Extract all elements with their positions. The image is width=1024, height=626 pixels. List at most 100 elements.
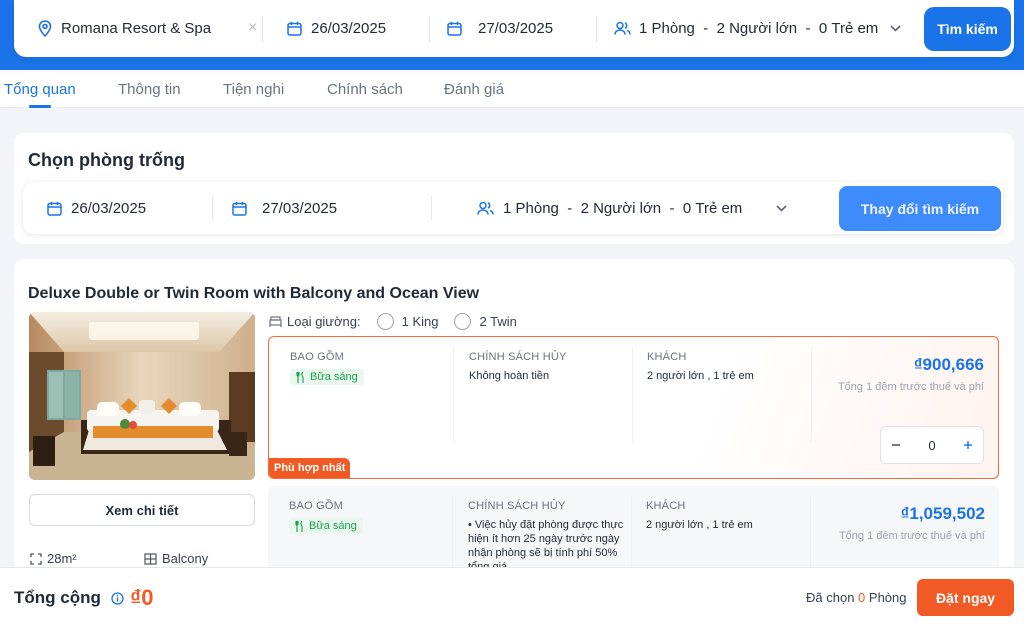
calendar-icon bbox=[287, 21, 302, 36]
rate-price: ₫1,059,502 bbox=[900, 504, 985, 523]
minus-icon[interactable] bbox=[891, 440, 901, 450]
divider bbox=[431, 196, 432, 220]
adults-count: 2 bbox=[580, 199, 589, 217]
policy-column: CHÍNH SÁCH HỦY Không hoàn tiền bbox=[469, 351, 619, 383]
booking-footer: Tổng cộng ₫0 Đã chọn 0 Phòng Đặt ngay bbox=[0, 567, 1024, 626]
guest-text: 2 người lớn , 1 trẻ em bbox=[647, 370, 754, 382]
breakfast-label: Bữa sáng bbox=[309, 520, 357, 532]
checkin-date: 26/03/2025 bbox=[311, 20, 387, 37]
room-size: 28m² bbox=[30, 551, 77, 566]
availability-checkin-date: 26/03/2025 bbox=[71, 199, 147, 217]
hotel-field[interactable]: Romana Resort & Spa bbox=[38, 0, 248, 57]
tab-overview[interactable]: Tổng quan bbox=[4, 81, 76, 98]
divider bbox=[596, 16, 597, 42]
price-note: Tổng 1 đêm trước thuế và phí bbox=[838, 530, 985, 542]
tab-reviews[interactable]: Đánh giá bbox=[444, 81, 504, 98]
room-photo[interactable] bbox=[29, 312, 255, 480]
includes-column: BAO GỒM Bữa sáng bbox=[290, 351, 364, 386]
room-size-value: 28m² bbox=[47, 551, 77, 566]
policy-text: Không hoàn tiền bbox=[469, 370, 550, 382]
balcony-icon bbox=[144, 552, 157, 565]
policy-header: CHÍNH SÁCH HỦY bbox=[468, 500, 566, 512]
availability-card: Chọn phòng trống 26/03/2025 27/03/2025 1… bbox=[14, 133, 1014, 244]
bed-option-king: 1 King bbox=[401, 314, 439, 329]
divider bbox=[429, 16, 430, 42]
guest-column: KHÁCH 2 người lớn , 1 trẻ em bbox=[647, 351, 754, 383]
rooms-label: Phòng bbox=[515, 199, 559, 217]
breakfast-label: Bữa sáng bbox=[310, 371, 358, 383]
change-search-button[interactable]: Thay đổi tìm kiếm bbox=[839, 186, 1001, 231]
breakfast-badge: Bữa sáng bbox=[290, 369, 364, 385]
guest-text: 2 người lớn , 1 trẻ em bbox=[646, 519, 753, 531]
total-label: Tổng cộng bbox=[14, 588, 101, 607]
bed-option-twin: 2 Twin bbox=[479, 314, 517, 329]
rooms-count: 1 bbox=[503, 199, 512, 217]
guest-header: KHÁCH bbox=[647, 351, 687, 363]
utensils-icon bbox=[296, 371, 306, 383]
availability-checkin[interactable]: 26/03/2025 bbox=[47, 182, 146, 234]
room-feature: Balcony bbox=[144, 551, 208, 566]
checkin-field[interactable]: 26/03/2025 bbox=[287, 0, 386, 57]
room-feature-value: Balcony bbox=[162, 551, 209, 566]
clear-icon[interactable]: × bbox=[248, 20, 257, 36]
availability-title: Chọn phòng trống bbox=[28, 150, 185, 170]
location-pin-icon bbox=[38, 20, 52, 37]
children-count: 0 bbox=[818, 20, 828, 37]
book-now-button[interactable]: Đặt ngay bbox=[917, 579, 1014, 616]
room-title: Deluxe Double or Twin Room with Balcony … bbox=[28, 285, 480, 302]
search-button[interactable]: Tìm kiếm bbox=[924, 7, 1011, 51]
calendar-icon bbox=[47, 201, 62, 216]
info-icon[interactable] bbox=[111, 591, 124, 605]
availability-guests[interactable]: 1 Phòng - 2 Người lớn - 0 Trẻ em bbox=[477, 182, 787, 234]
divider bbox=[212, 196, 213, 220]
selected-count: 0 bbox=[858, 590, 866, 605]
radio-twin[interactable] bbox=[454, 313, 472, 330]
header-bar: Romana Resort & Spa × 26/03/2025 27/03/2… bbox=[0, 0, 1024, 70]
chevron-down-icon[interactable] bbox=[890, 25, 901, 32]
adults-label: Người lớn bbox=[729, 20, 798, 37]
adults-count: 2 bbox=[716, 20, 725, 37]
checkout-field[interactable]: 27/03/2025 bbox=[447, 0, 553, 57]
total-value: ₫0 bbox=[130, 585, 154, 610]
active-tab-indicator bbox=[29, 105, 51, 108]
selected-suffix: Phòng bbox=[868, 590, 907, 605]
rooms-label: Phòng bbox=[651, 20, 695, 37]
guest-column: KHÁCH 2 người lớn , 1 trẻ em bbox=[646, 500, 753, 532]
tab-bar: Tổng quan Thông tin Tiện nghi Chính sách… bbox=[0, 70, 1024, 108]
expand-icon bbox=[30, 552, 42, 565]
quantity-value: 0 bbox=[928, 437, 936, 453]
bed-type-label: Loại giường: bbox=[287, 314, 361, 329]
rooms-count: 1 bbox=[639, 20, 648, 37]
view-details-button[interactable]: Xem chi tiết bbox=[29, 494, 255, 526]
quantity-stepper: 0 bbox=[880, 426, 984, 464]
price-note: Tổng 1 đêm trước thuế và phí bbox=[837, 381, 984, 393]
checkout-date: 27/03/2025 bbox=[478, 20, 554, 37]
radio-king[interactable] bbox=[376, 313, 394, 330]
plus-icon[interactable] bbox=[963, 440, 973, 450]
guests-field[interactable]: 1 Phòng - 2 Người lớn - 0 Trẻ em bbox=[614, 0, 901, 57]
room-card: Deluxe Double or Twin Room with Balcony … bbox=[14, 259, 1014, 596]
tab-policies[interactable]: Chính sách bbox=[327, 81, 403, 98]
selected-rooms: Đã chọn 0 Phòng bbox=[806, 590, 907, 605]
availability-checkout-date: 27/03/2025 bbox=[262, 199, 338, 217]
breakfast-badge: Bữa sáng bbox=[289, 518, 363, 534]
adults-label: Người lớn bbox=[593, 199, 662, 217]
includes-header: BAO GỒM bbox=[290, 351, 344, 363]
policy-column: CHÍNH SÁCH HỦY • Việc hủy đặt phòng được… bbox=[468, 500, 626, 574]
rate-option: BAO GỒM Bữa sáng CHÍNH SÁCH HỦY Không ho… bbox=[268, 336, 999, 479]
children-label: Trẻ em bbox=[695, 199, 743, 217]
selected-prefix: Đã chọn bbox=[806, 590, 855, 605]
divider bbox=[453, 347, 454, 442]
rate-price: ₫900,666 bbox=[913, 355, 984, 374]
tab-information[interactable]: Thông tin bbox=[118, 81, 181, 98]
availability-search-bar: 26/03/2025 27/03/2025 1 Phòng - 2 Người … bbox=[23, 182, 1003, 234]
availability-checkout[interactable]: 27/03/2025 bbox=[232, 182, 337, 234]
utensils-icon bbox=[295, 520, 305, 532]
chevron-down-icon[interactable] bbox=[776, 204, 787, 212]
guest-header: KHÁCH bbox=[646, 500, 686, 512]
tab-amenities[interactable]: Tiện nghi bbox=[223, 81, 284, 98]
users-icon bbox=[614, 21, 631, 36]
includes-header: BAO GỒM bbox=[289, 500, 343, 512]
bed-icon bbox=[269, 316, 282, 327]
divider bbox=[262, 16, 263, 42]
